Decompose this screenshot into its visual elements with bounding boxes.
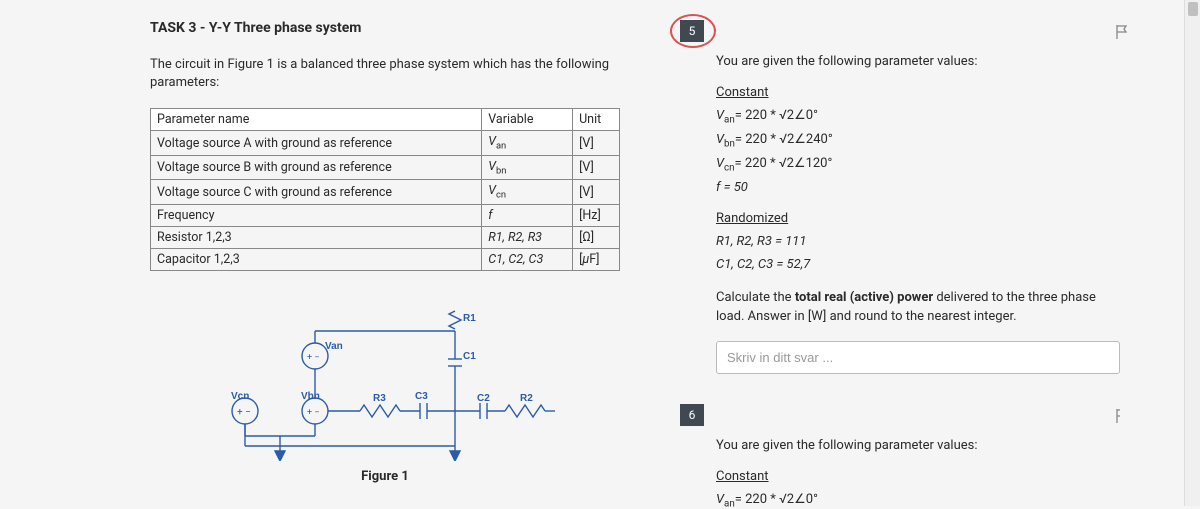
scrollbar-thumb[interactable] xyxy=(1188,2,1198,16)
label-c1: C1 xyxy=(463,351,476,362)
svg-text:+ −: + − xyxy=(307,353,320,363)
svg-text:+ −: + − xyxy=(237,407,251,418)
question-intro: You are given the following parameter va… xyxy=(716,436,1120,457)
parameter-table: Parameter name Variable Unit Voltage sou… xyxy=(150,108,620,271)
task-description-panel: TASK 3 - Y-Y Three phase system The circ… xyxy=(150,20,620,506)
label-r3: R3 xyxy=(373,393,386,404)
table-row: Frequencyf[Hz] xyxy=(151,204,620,226)
label-r2: R2 xyxy=(520,393,533,404)
answer-input[interactable] xyxy=(716,341,1120,374)
col-header: Parameter name xyxy=(151,109,482,131)
question-intro: You are given the following parameter va… xyxy=(716,52,1120,73)
param-van: Van= 220 * √2∠0° xyxy=(716,490,1120,509)
table-row: Resistor 1,2,3R1, R2, R3[Ω] xyxy=(151,226,620,248)
question-5: 5 You are given the following parameter … xyxy=(680,20,1120,374)
constant-heading: Constant xyxy=(716,83,1120,104)
vertical-scrollbar[interactable] xyxy=(1184,0,1200,506)
param-vbn: Vbn= 220 * √2∠240° xyxy=(716,130,1120,152)
svg-text:+ −: + − xyxy=(307,408,320,418)
col-header: Unit xyxy=(573,109,620,131)
param-van: Van= 220 * √2∠0° xyxy=(716,106,1120,128)
randomized-heading: Randomized xyxy=(716,209,1120,230)
label-van: Van xyxy=(325,341,343,352)
circuit-diagram: + − + − + − xyxy=(205,291,565,461)
constant-heading: Constant xyxy=(716,467,1120,488)
table-row: Capacitor 1,2,3C1, C2, C3[μF] xyxy=(151,248,620,270)
table-row: Voltage source B with ground as referenc… xyxy=(151,155,620,180)
task-title: TASK 3 - Y-Y Three phase system xyxy=(150,20,620,36)
col-header: Variable xyxy=(482,109,573,131)
table-row: Voltage source C with ground as referenc… xyxy=(151,180,620,205)
label-c3: C3 xyxy=(415,391,428,402)
param-f: f = 50 xyxy=(716,178,1120,199)
label-c2: C2 xyxy=(477,393,490,404)
label-vcn: Vcn xyxy=(231,391,249,402)
question-text: Calculate the total real (active) power … xyxy=(716,289,1120,327)
label-r1: R1 xyxy=(463,313,476,324)
question-number-6[interactable]: 6 xyxy=(680,404,704,426)
table-header-row: Parameter name Variable Unit xyxy=(151,109,620,131)
flag-icon[interactable] xyxy=(1114,24,1130,44)
question-6: 6 You are given the following parameter … xyxy=(680,404,1120,509)
label-vbn: Vbn xyxy=(301,391,320,402)
param-c: C1, C2, C3 = 52,7 xyxy=(716,255,1120,276)
question-number-5[interactable]: 5 xyxy=(680,20,704,42)
task-intro: The circuit in Figure 1 is a balanced th… xyxy=(150,56,620,92)
circuit-figure: + − + − + − xyxy=(150,291,620,484)
param-r: R1, R2, R3 = 111 xyxy=(716,232,1120,253)
figure-caption: Figure 1 xyxy=(150,469,620,484)
param-vcn: Vcn= 220 * √2∠120° xyxy=(716,154,1120,176)
flag-icon[interactable] xyxy=(1114,408,1120,428)
table-row: Voltage source A with ground as referenc… xyxy=(151,131,620,156)
